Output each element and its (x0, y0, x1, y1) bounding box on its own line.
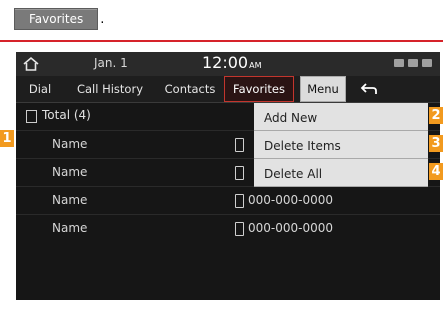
contact-name: Name (52, 193, 88, 207)
favorites-title-chip: Favorites (14, 8, 99, 30)
total-count: Total (4) (42, 108, 91, 122)
back-button[interactable] (354, 76, 384, 102)
contact-number: 000-000-0000 (248, 221, 334, 235)
callout-2: 2 (429, 107, 443, 124)
clock-time: 12:00 (202, 53, 249, 72)
favorite-row[interactable]: Name 000-000-0000 (16, 186, 440, 215)
callout-1: 1 (0, 130, 14, 147)
menu-item-add-new[interactable]: Add New (254, 103, 428, 131)
clock: 12:00AM (202, 53, 261, 72)
menu-item-delete-all[interactable]: Delete All (254, 159, 428, 187)
phone-icon (235, 222, 244, 236)
phone-icon (235, 138, 244, 152)
clock-ampm: AM (249, 61, 262, 70)
menu-dropdown: Add New Delete Items Delete All (254, 103, 428, 187)
tab-dial[interactable]: Dial (16, 76, 64, 102)
menu-button[interactable]: Menu (300, 76, 346, 102)
callout-3: 3 (429, 135, 443, 152)
favorite-row[interactable]: Name 000-000-0000 (16, 214, 440, 243)
phone-icon (235, 166, 244, 180)
back-arrow-icon (360, 83, 377, 94)
tab-bar: Dial Call History Contacts Favorites Men… (16, 76, 440, 103)
screen-title-bar: Favorites . (14, 6, 104, 32)
contact-name: Name (52, 221, 88, 235)
tab-contacts[interactable]: Contacts (156, 76, 224, 102)
contact-name: Name (52, 165, 88, 179)
callout-4: 4 (429, 163, 443, 180)
signal-icon (422, 59, 432, 67)
home-icon[interactable] (22, 55, 40, 73)
divider-line (0, 40, 443, 42)
head-unit-screen: Jan. 1 12:00AM Dial Call History Contact… (16, 52, 440, 300)
date-label: Jan. 1 (94, 56, 128, 70)
tab-favorites[interactable]: Favorites (224, 76, 294, 102)
bluetooth-icon (408, 59, 418, 67)
list-icon (26, 110, 37, 123)
contact-name: Name (52, 137, 88, 151)
contact-number: 000-000-0000 (248, 193, 334, 207)
title-suffix: . (100, 11, 105, 27)
battery-icon (394, 59, 404, 67)
menu-item-delete-items[interactable]: Delete Items (254, 131, 428, 159)
status-icons (394, 59, 432, 67)
tab-call-history[interactable]: Call History (64, 76, 156, 102)
status-bar: Jan. 1 12:00AM (16, 52, 440, 76)
phone-icon (235, 194, 244, 208)
